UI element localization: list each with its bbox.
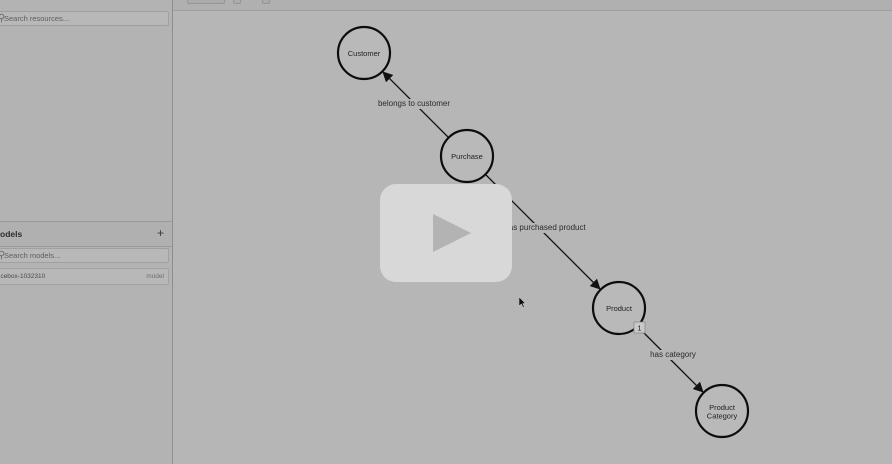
node-label: Product [606, 304, 633, 313]
node-customer[interactable]: Customer [336, 25, 392, 81]
badge-count: 1 [637, 324, 641, 333]
edge-label: belongs to customer [378, 99, 450, 108]
node-product-category[interactable]: ProductCategory [694, 383, 750, 439]
edge-label: has category [650, 350, 696, 359]
cursor-icon [519, 297, 527, 308]
node-badge[interactable]: 1 [633, 321, 646, 334]
node-label: Purchase [451, 152, 483, 161]
play-icon [433, 214, 471, 252]
node-purchase[interactable]: Purchase [439, 128, 495, 184]
node-label: Category [707, 411, 738, 420]
play-button[interactable] [380, 184, 512, 282]
node-label: Customer [348, 49, 381, 58]
edge-label: has purchased product [504, 223, 586, 232]
